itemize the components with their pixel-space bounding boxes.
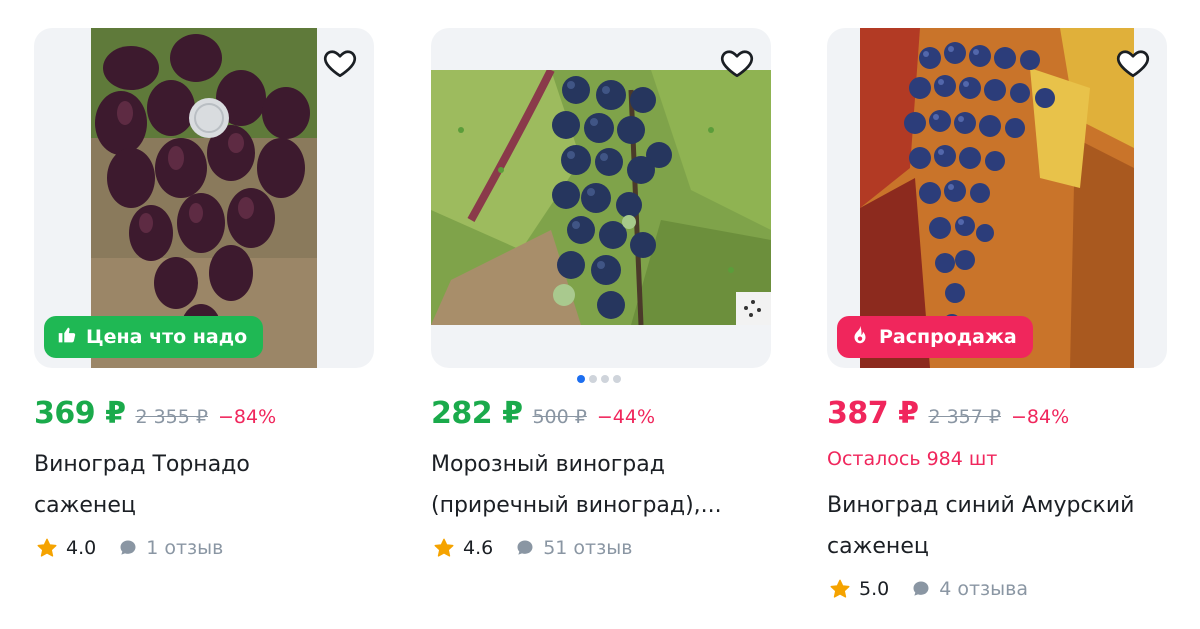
product-title[interactable]: Виноград Торнадо саженец <box>34 444 374 526</box>
product-title-line-1: Морозный виноград <box>431 452 665 477</box>
comment-bubble-icon <box>911 579 931 599</box>
star-icon <box>36 537 58 559</box>
product-image-box[interactable] <box>431 28 771 368</box>
carousel-dot[interactable] <box>577 375 585 383</box>
reviews-count: 51 отзыв <box>543 537 633 559</box>
old-price: 2 355 ₽ <box>135 406 208 428</box>
carousel-dot[interactable] <box>601 375 609 383</box>
product-title-line-1: Виноград синий Амурский <box>827 493 1135 518</box>
star-icon <box>829 578 851 600</box>
fire-icon <box>849 324 871 351</box>
current-price: 282 ₽ <box>431 396 523 431</box>
current-price: 387 ₽ <box>827 396 919 431</box>
favorite-heart-icon[interactable] <box>320 44 360 82</box>
thumbs-up-icon <box>56 324 78 351</box>
rating-value: 4.6 <box>463 537 494 559</box>
product-card-tornado[interactable]: Цена что надо 369 ₽ 2 355 ₽ −84% Виногра… <box>34 0 374 629</box>
old-price: 2 357 ₽ <box>928 406 1001 428</box>
product-title[interactable]: Виноград синий Амурский саженец <box>827 485 1167 567</box>
badge-label: Цена что надо <box>86 326 248 348</box>
comment-bubble-icon <box>515 538 535 558</box>
carousel-dot[interactable] <box>613 375 621 383</box>
badge-good-price: Цена что надо <box>44 316 264 358</box>
favorite-heart-icon[interactable] <box>717 44 757 82</box>
product-image-box[interactable]: Цена что надо <box>34 28 374 368</box>
discount-percent: −84% <box>1010 406 1070 428</box>
rating-value: 4.0 <box>66 537 97 559</box>
badge-sale: Распродажа <box>837 316 1033 358</box>
discount-percent: −44% <box>596 406 656 428</box>
rating-row[interactable]: 4.6 51 отзыв <box>433 537 632 559</box>
product-title-line-2: саженец <box>827 534 929 559</box>
product-image-box[interactable]: Распродажа <box>827 28 1167 368</box>
product-card-amur-grape[interactable]: Распродажа 387 ₽ 2 357 ₽ −84% Осталось 9… <box>827 0 1167 629</box>
product-title[interactable]: Морозный виноград (приречный виноград),.… <box>431 444 771 526</box>
discount-percent: −84% <box>217 406 277 428</box>
product-title-line-2: саженец <box>34 493 136 518</box>
reviews-count: 4 отзыва <box>939 578 1028 600</box>
product-title-line-2: (приречный виноград),... <box>431 493 722 518</box>
price-row: 282 ₽ 500 ₽ −44% <box>431 396 655 431</box>
comment-bubble-icon <box>118 538 138 558</box>
product-title-line-1: Виноград Торнадо <box>34 452 250 477</box>
product-photo[interactable] <box>431 70 771 325</box>
old-price: 500 ₽ <box>532 406 587 428</box>
rating-row[interactable]: 5.0 4 отзыва <box>829 578 1028 600</box>
price-row: 369 ₽ 2 355 ₽ −84% <box>34 396 276 431</box>
favorite-heart-icon[interactable] <box>1113 44 1153 82</box>
image-carousel-dots[interactable] <box>577 375 621 383</box>
badge-label: Распродажа <box>879 326 1017 348</box>
stock-remaining: Осталось 984 шт <box>827 448 998 470</box>
product-card-frost-grape[interactable]: 282 ₽ 500 ₽ −44% Морозный виноград (прир… <box>431 0 771 629</box>
rating-row[interactable]: 4.0 1 отзыв <box>36 537 223 559</box>
reviews-count: 1 отзыв <box>146 537 224 559</box>
current-price: 369 ₽ <box>34 396 126 431</box>
star-icon <box>433 537 455 559</box>
carousel-dot[interactable] <box>589 375 597 383</box>
rating-value: 5.0 <box>859 578 890 600</box>
price-row: 387 ₽ 2 357 ₽ −84% <box>827 396 1069 431</box>
